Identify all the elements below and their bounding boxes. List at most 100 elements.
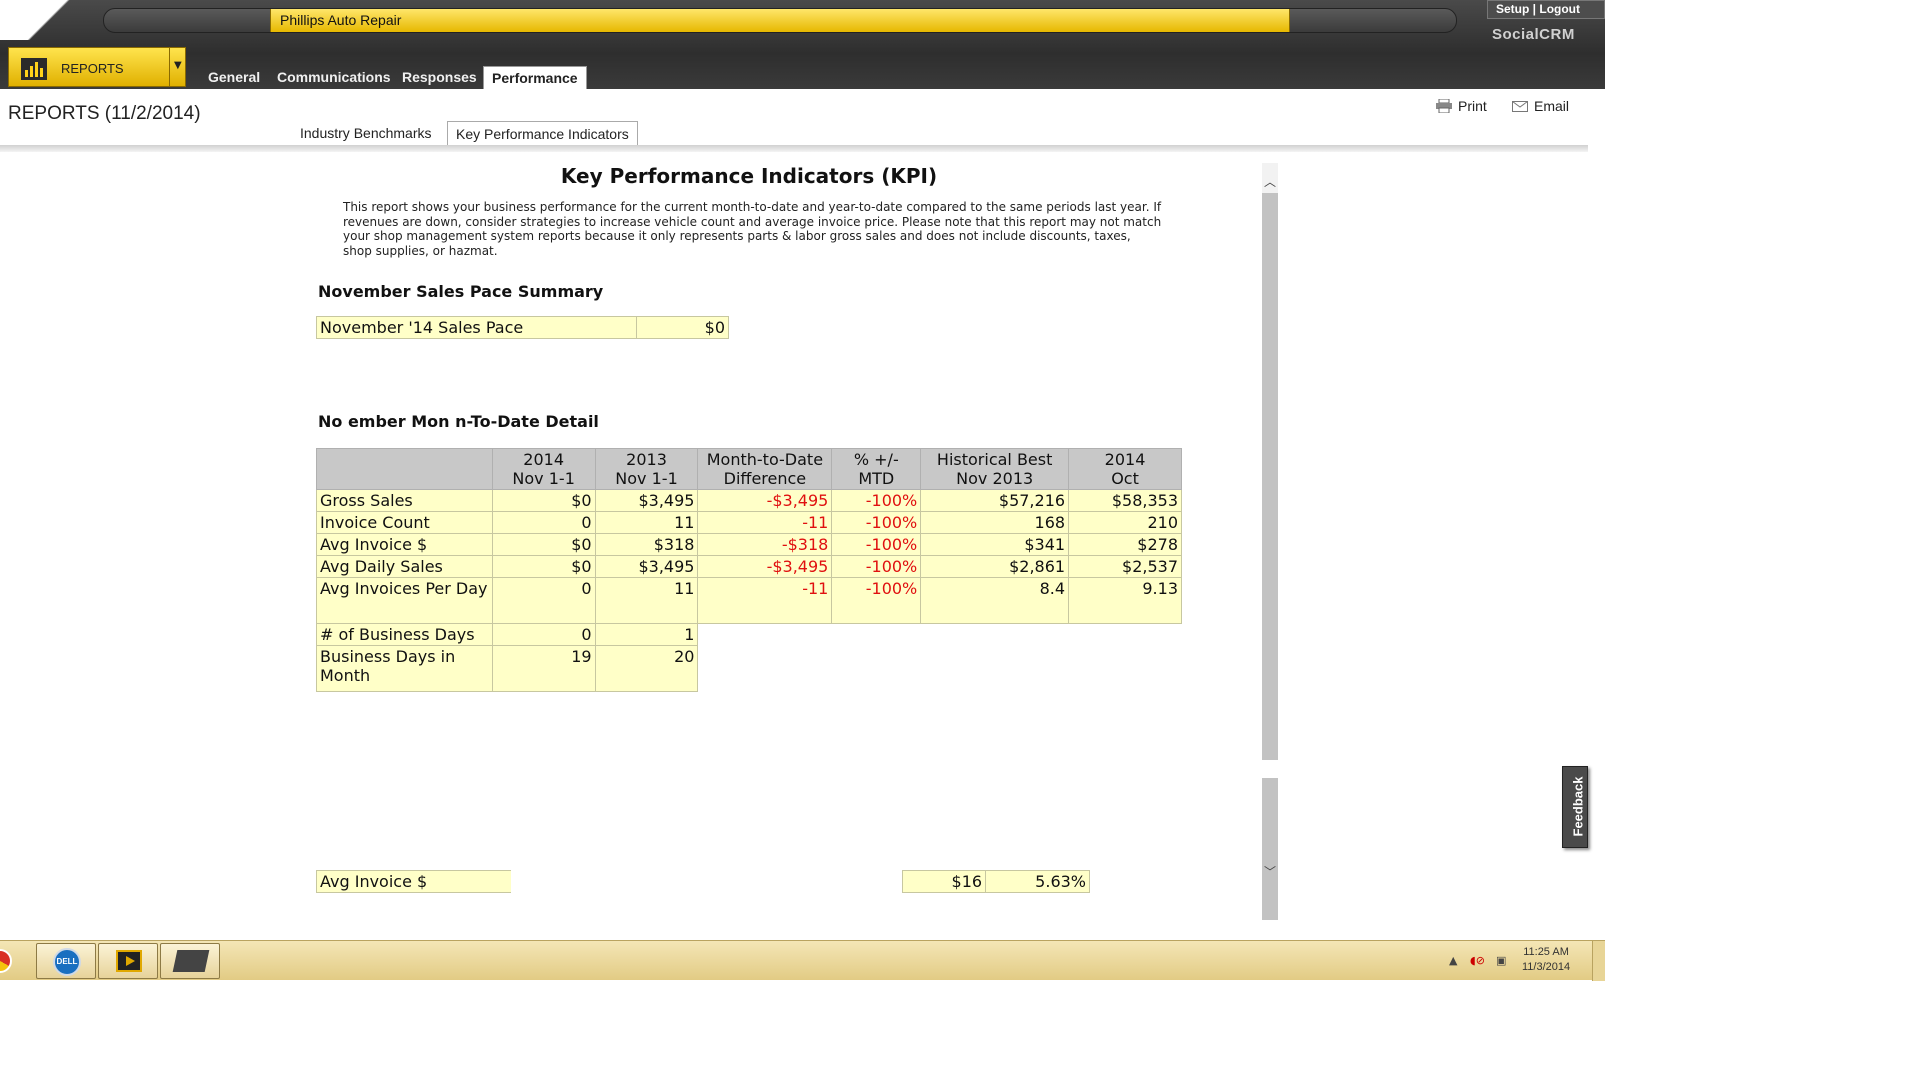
partial-table: Avg Invoice $ $16 5.63%: [316, 870, 1090, 893]
subtab-industry-benchmarks[interactable]: Industry Benchmarks: [292, 121, 440, 146]
taskbar-clock[interactable]: 11:25 AM 11/3/2014: [1522, 945, 1570, 975]
dell-icon: DELL: [53, 948, 81, 976]
cell-difference: -11: [697, 511, 833, 534]
table-row: Avg Invoice $ $16 5.63%: [316, 870, 1090, 893]
reports-dropdown-toggle[interactable]: ▼: [169, 48, 187, 86]
subtab-divider: [0, 145, 1588, 152]
bar-chart-icon: [21, 58, 47, 80]
cell-pct: -100%: [831, 555, 922, 578]
row-label: Gross Sales: [316, 489, 493, 512]
cell-2014: 0: [491, 577, 596, 624]
cell-historical-best: $2,861: [920, 555, 1070, 578]
network-icon[interactable]: ▣: [1496, 954, 1506, 967]
report-scrollbar[interactable]: ︿ ﹀: [1262, 163, 1278, 920]
cell-historical-best: $57,216: [920, 489, 1070, 512]
report-description: This report shows your business performa…: [343, 200, 1162, 258]
m-plus-icon: [172, 950, 210, 972]
col-header-2013: 2013 Nov 1-1: [594, 448, 699, 490]
cell-historical-best: 168: [920, 511, 1070, 534]
cell-2013: 1: [594, 623, 699, 646]
tab-responses[interactable]: Responses: [394, 66, 485, 89]
print-link[interactable]: Print: [1436, 98, 1487, 114]
cell-difference: -$3,495: [697, 555, 833, 578]
pace-section-title: November Sales Pace Summary: [318, 282, 604, 301]
report-title: Key Performance Indicators (KPI): [560, 164, 938, 188]
table-row: Avg Daily Sales $0 $3,495 -$3,495 -100% …: [316, 555, 1182, 578]
cell-difference: -11: [697, 577, 833, 624]
cell-2013: 11: [594, 511, 699, 534]
mtd-section-title: No ember Mon n-To-Date Detail: [318, 412, 599, 431]
reports-menu-button[interactable]: REPORTS ▼: [8, 47, 186, 87]
table-row: Gross Sales $0 $3,495 -$3,495 -100% $57,…: [316, 489, 1182, 512]
email-link[interactable]: Email: [1512, 98, 1569, 114]
company-name: Phillips Auto Repair: [280, 12, 402, 28]
media-player-taskbar-button[interactable]: [98, 943, 158, 979]
cell-2014-oct: $2,537: [1068, 555, 1182, 578]
cell-2013: $3,495: [594, 489, 699, 512]
pace-value: $0: [636, 316, 729, 339]
tab-performance[interactable]: Performance: [483, 66, 587, 89]
setup-logout-link[interactable]: Setup | Logout: [1496, 2, 1580, 16]
email-label: Email: [1534, 98, 1570, 114]
scrollbar-thumb[interactable]: [1262, 193, 1278, 920]
header-corner: [0, 0, 100, 40]
col-header-difference: Month-to-Date Difference: [697, 448, 833, 490]
table-row: Avg Invoices Per Day 0 11 -11 -100% 8.4 …: [316, 577, 1182, 624]
cell-pct: -100%: [831, 511, 922, 534]
dell-taskbar-button[interactable]: DELL: [36, 943, 96, 979]
row-label: Business Days in Month: [316, 645, 493, 692]
cell-historical-best: 8.4: [920, 577, 1070, 624]
cell-historical-best: $341: [920, 533, 1070, 556]
show-desktop-button[interactable]: [1592, 941, 1605, 981]
table-row: Invoice Count 0 11 -11 -100% 168 210: [316, 511, 1182, 534]
cell-2013: 11: [594, 577, 699, 624]
empty-cell: [697, 623, 1182, 646]
mtd-table: 2014 Nov 1-1 2013 Nov 1-1 Month-to-Date Dif…: [316, 448, 1182, 692]
col-header-2014: 2014 Nov 1-1: [491, 448, 596, 490]
cell-difference: -$3,495: [697, 489, 833, 512]
printer-icon: [1436, 99, 1452, 113]
screen: Phillips Auto Repair Setup | Logout Soci…: [0, 0, 1920, 1080]
chevron-up-icon[interactable]: ︿: [1264, 173, 1276, 190]
row-label: Invoice Count: [316, 511, 493, 534]
cell-2014: $0: [491, 555, 596, 578]
feedback-label: Feedback: [1570, 776, 1586, 837]
tab-communications[interactable]: Communications: [269, 66, 399, 89]
row-label: Avg Invoice $: [316, 533, 493, 556]
tray-expand-icon[interactable]: ▲: [1449, 954, 1457, 967]
cell-2014: 0: [491, 623, 596, 646]
cell-2014: 0: [491, 511, 596, 534]
chevron-down-icon[interactable]: ﹀: [1264, 863, 1276, 880]
col-header-pct: % +/- MTD: [831, 448, 922, 490]
empty-cell: [697, 645, 1182, 692]
cell-pct: -100%: [831, 489, 922, 512]
subtab-key-performance-indicators[interactable]: Key Performance Indicators: [447, 121, 638, 146]
col-header-2014-oct: 2014 Oct: [1068, 448, 1182, 490]
row-label: # of Business Days: [316, 623, 493, 646]
tab-general[interactable]: General: [200, 66, 268, 89]
row-label: Avg Daily Sales: [316, 555, 493, 578]
cell-pct: 5.63%: [985, 870, 1090, 893]
cell-2013: 20: [594, 645, 699, 692]
app-taskbar-button[interactable]: [160, 943, 220, 979]
cell-difference: -$318: [697, 533, 833, 556]
row-label: Avg Invoice $: [316, 870, 512, 893]
reports-menu-label: REPORTS: [61, 61, 124, 76]
table-row: Business Days in Month 19 20: [316, 645, 1182, 692]
cell-2014: 19: [491, 645, 596, 692]
cell-2014-oct: 210: [1068, 511, 1182, 534]
table-row: November '14 Sales Pace $0: [316, 316, 729, 339]
clock-time: 11:25 AM: [1523, 946, 1569, 958]
caret-down-icon: ▼: [174, 60, 182, 71]
cell-2014-oct: $278: [1068, 533, 1182, 556]
volume-muted-icon[interactable]: ◖⊘: [1470, 954, 1485, 967]
chrome-icon[interactable]: [0, 949, 12, 973]
pace-label: November '14 Sales Pace: [316, 316, 637, 339]
feedback-tab[interactable]: Feedback: [1562, 766, 1588, 848]
print-label: Print: [1458, 98, 1487, 114]
col-header-blank: [316, 448, 493, 490]
brand-logo: SocialCRM: [1492, 26, 1575, 43]
cell-2014-oct: $58,353: [1068, 489, 1182, 512]
cell-2014-oct: 9.13: [1068, 577, 1182, 624]
pace-table: November '14 Sales Pace $0: [316, 316, 729, 339]
